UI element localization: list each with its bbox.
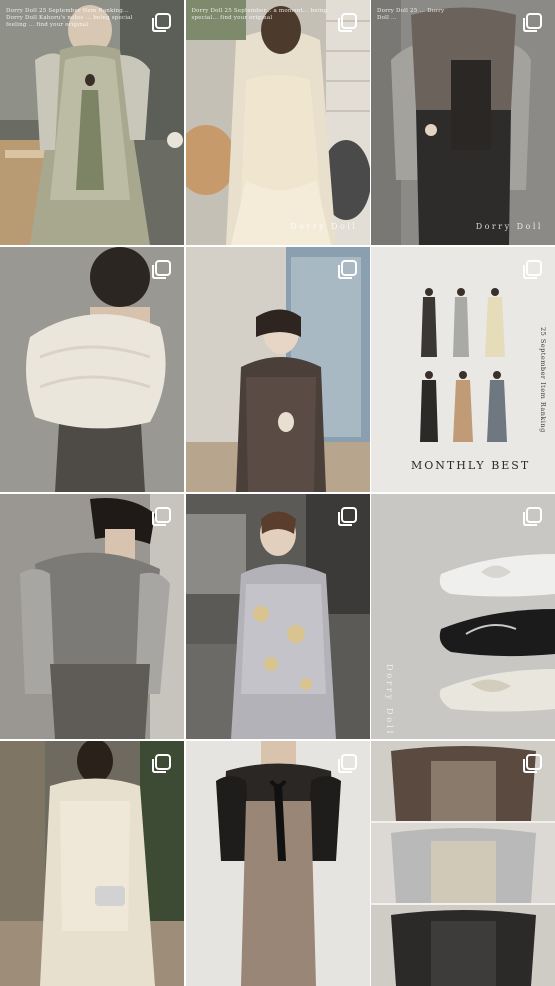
post-caption: Dorry Doll 25 ... Dorry Doll ...: [377, 8, 445, 21]
post-image-grey-ruffle-blouse: [0, 494, 184, 739]
multiple-images-icon: [523, 507, 542, 526]
profile-post-grid: Dorry Doll 25 September Item Ranking... …: [0, 0, 555, 986]
post-image-puff-sleeve-collage: [371, 741, 555, 986]
post-tile-11[interactable]: [185, 741, 370, 986]
post-caption: Dorry Doll 25 September Item Ranking... …: [6, 8, 133, 28]
multiple-images-icon: [337, 260, 357, 279]
post-image-pumps-shoes: [371, 494, 555, 739]
multiple-images-icon: [337, 507, 357, 526]
multiple-images-icon: [337, 13, 357, 32]
collage-title: MONTHLY BEST: [411, 459, 531, 472]
post-tile-7[interactable]: [0, 494, 184, 739]
post-image-fluffy-cardigan: [0, 247, 184, 492]
post-image-cream-dress-cafe: [185, 0, 370, 245]
post-tile-2[interactable]: Dorry Doll 25 September... a moment... b…: [185, 0, 370, 245]
post-image-monthly-best-collage: [371, 247, 555, 492]
multiple-images-icon: [523, 754, 542, 773]
post-image-sheer-brown-dress: [185, 247, 370, 492]
multiple-images-icon: [152, 13, 171, 32]
brand-watermark: Dorry Doll: [385, 664, 394, 737]
post-image-black-lace-bolero: [185, 741, 370, 986]
multiple-images-icon: [152, 507, 171, 526]
multiple-images-icon: [523, 13, 542, 32]
post-tile-8[interactable]: [185, 494, 370, 739]
post-image-embroidered-grey-dress: [185, 494, 370, 739]
brand-watermark: Dorry Doll: [290, 222, 358, 231]
post-tile-3[interactable]: Dorry Doll 25 ... Dorry Doll ... Dorry D…: [371, 0, 555, 245]
post-caption: Dorry Doll 25 September... a moment... b…: [191, 8, 328, 21]
multiple-images-icon: [152, 260, 171, 279]
post-image-lace-dress-window: [0, 0, 184, 245]
post-tile-12[interactable]: [371, 741, 555, 986]
brand-watermark: Dorry Doll: [475, 222, 543, 231]
post-tile-6[interactable]: MONTHLY BEST 25 September Item Ranking: [371, 247, 555, 492]
post-tile-9[interactable]: Dorry Doll: [371, 494, 555, 739]
post-tile-4[interactable]: [0, 247, 184, 492]
multiple-images-icon: [523, 260, 542, 279]
post-image-cream-lace-outfit: [0, 741, 184, 986]
post-tile-10[interactable]: [0, 741, 184, 986]
post-tile-5[interactable]: [185, 247, 370, 492]
post-image-ruffle-top: [371, 0, 555, 245]
collage-side-label: 25 September Item Ranking: [539, 327, 547, 433]
multiple-images-icon: [152, 754, 171, 773]
post-tile-1[interactable]: Dorry Doll 25 September Item Ranking... …: [0, 0, 184, 245]
multiple-images-icon: [337, 754, 357, 773]
